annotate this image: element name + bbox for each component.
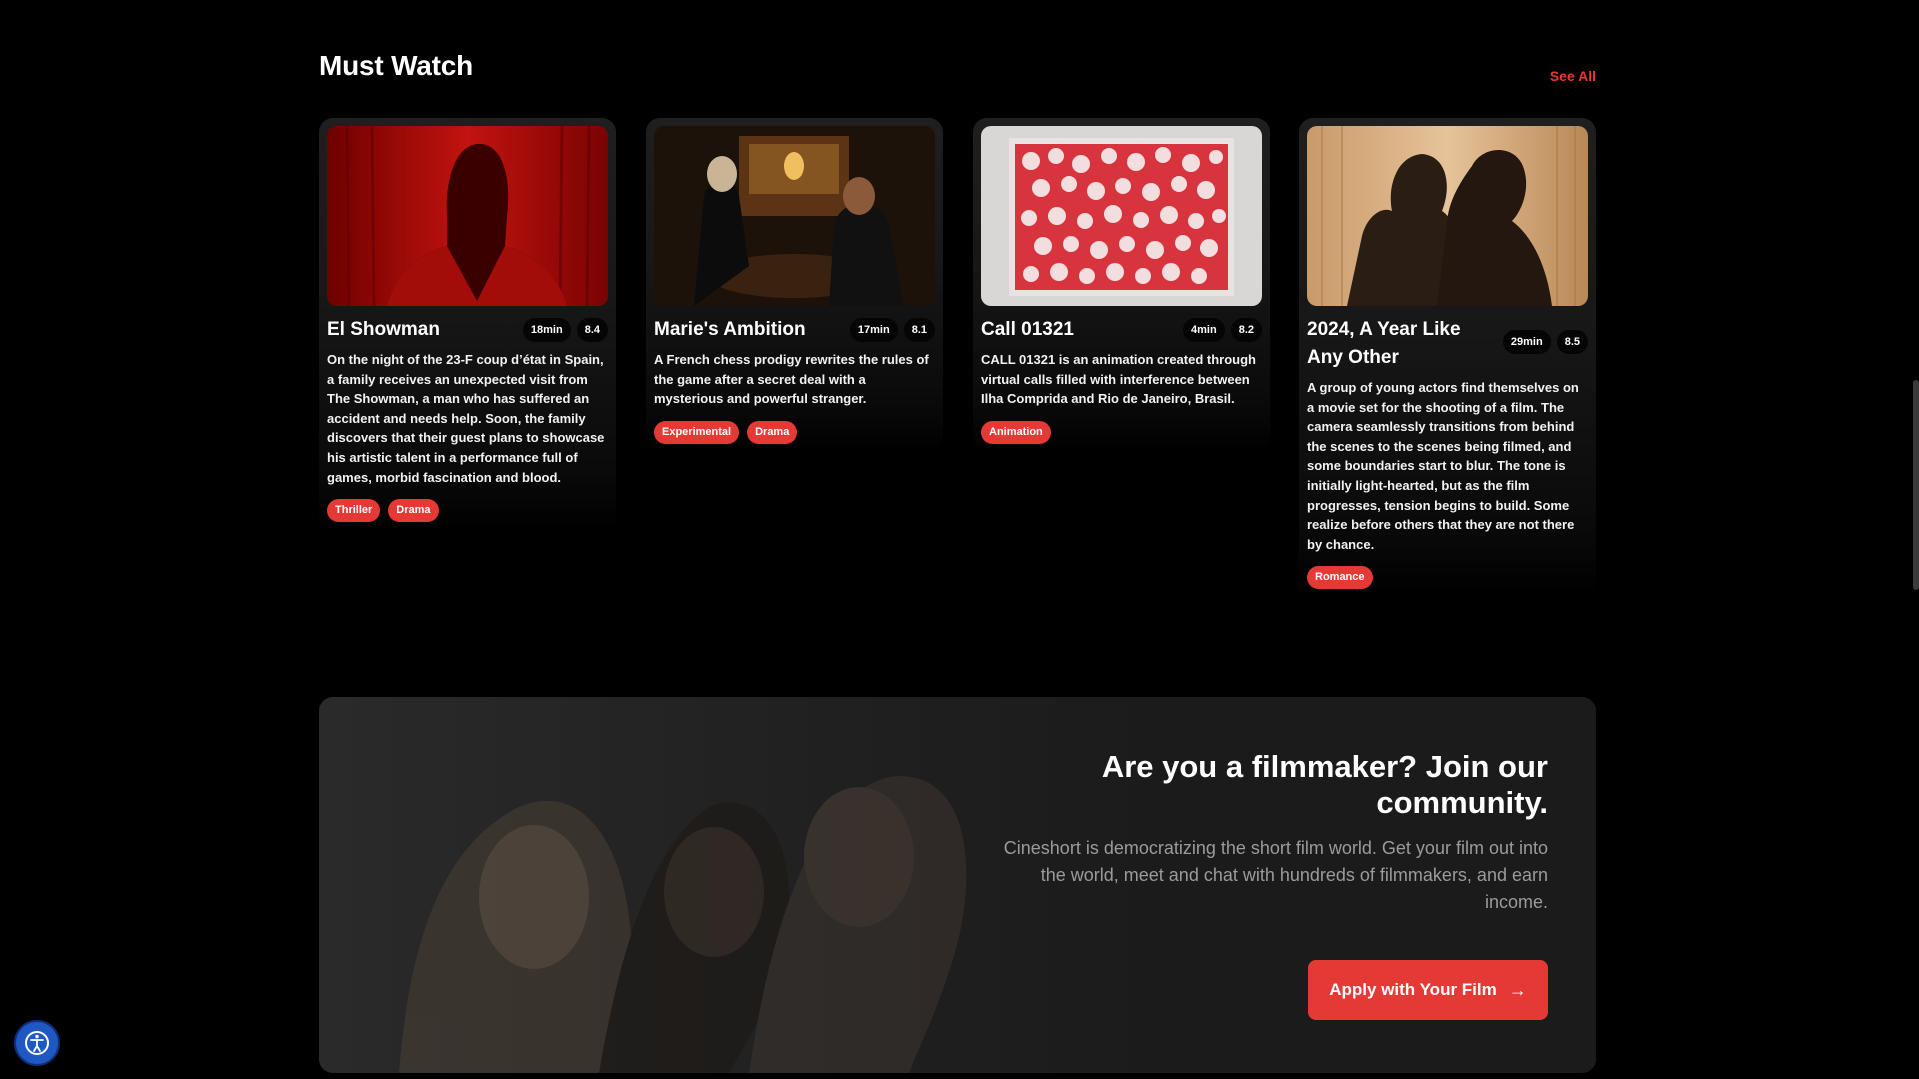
genre-tag[interactable]: Animation [981, 420, 1051, 444]
film-title: Call 01321 [981, 319, 1074, 340]
accessibility-icon [25, 1031, 49, 1055]
apply-with-film-button[interactable]: Apply with Your Film → [1308, 960, 1548, 1020]
film-poster [654, 126, 935, 306]
film-poster [981, 126, 1262, 306]
genre-tag[interactable]: Romance [1307, 566, 1373, 590]
film-title: El Showman [327, 319, 440, 340]
cta-title: Are you a filmmaker? Join our community. [1101, 749, 1548, 820]
apply-button-label: Apply with Your Film [1329, 980, 1497, 999]
film-title: 2024, A Year Like Any Other [1307, 319, 1461, 368]
film-description: CALL 01321 is an animation created throu… [981, 352, 1256, 407]
filmmaker-cta-banner: Are you a filmmaker? Join our community.… [319, 697, 1596, 1073]
section-title: Must Watch [319, 50, 474, 81]
duration-badge: 29min [1502, 330, 1551, 354]
film-description: On the night of the 23-F coup d’état in … [327, 352, 605, 485]
rating-badge: 8.1 [903, 318, 935, 342]
film-description: A group of young actors find themselves … [1307, 380, 1579, 552]
rating-badge: 8.2 [1230, 318, 1262, 342]
rating-badge: 8.5 [1556, 330, 1588, 354]
duration-badge: 17min [849, 318, 898, 342]
film-poster [327, 126, 608, 306]
film-poster [1307, 126, 1588, 306]
film-title: Marie's Ambition [654, 319, 806, 340]
film-card[interactable]: Call 01321 4min 8.2 CALL 01321 is an ani… [973, 118, 1270, 452]
accessibility-widget-button[interactable] [14, 1020, 60, 1066]
cta-subtitle: Cineshort is democratizing the short fil… [1003, 838, 1548, 912]
arrow-right-icon: → [1508, 979, 1527, 1000]
genre-tag[interactable]: Drama [388, 499, 439, 523]
film-card[interactable]: Marie's Ambition 17min 8.1 A French ches… [646, 118, 943, 452]
rating-badge: 8.4 [576, 318, 608, 342]
film-card-list: El Showman 18min 8.4 On the night of the… [319, 118, 1596, 608]
genre-tag[interactable]: Experimental [654, 420, 740, 444]
see-all-link[interactable]: See All [1550, 68, 1596, 84]
film-description: A French chess prodigy rewrites the rule… [654, 352, 929, 407]
film-card[interactable]: El Showman 18min 8.4 On the night of the… [319, 118, 616, 531]
duration-badge: 18min [522, 318, 571, 342]
genre-tag[interactable]: Thriller [327, 499, 381, 523]
section-header: Must Watch See All [319, 50, 1596, 90]
genre-tag[interactable]: Drama [747, 420, 798, 444]
duration-badge: 4min [1183, 318, 1225, 342]
page-scrollbar[interactable] [1913, 380, 1919, 590]
film-card[interactable]: 2024, A Year Like Any Other 29min 8.5 A … [1299, 118, 1596, 598]
